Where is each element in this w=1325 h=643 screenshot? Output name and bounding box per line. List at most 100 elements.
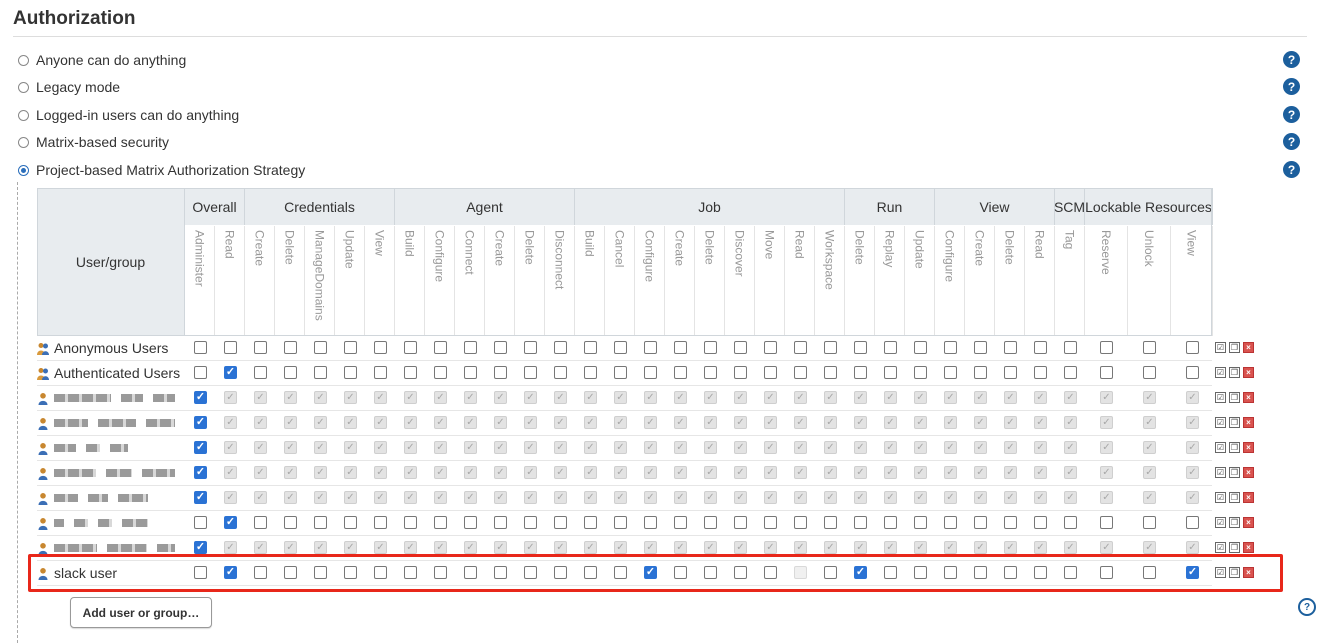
permission-checkbox[interactable]	[824, 466, 837, 479]
permission-checkbox[interactable]	[584, 491, 597, 504]
permission-checkbox[interactable]	[194, 416, 207, 429]
permission-checkbox[interactable]	[404, 541, 417, 554]
permission-checkbox[interactable]	[1064, 366, 1077, 379]
permission-checkbox[interactable]	[734, 341, 747, 354]
permission-checkbox[interactable]	[1100, 541, 1113, 554]
permission-checkbox[interactable]	[524, 391, 537, 404]
permission-checkbox[interactable]	[644, 341, 657, 354]
permission-checkbox[interactable]	[704, 516, 717, 529]
permission-checkbox[interactable]	[1004, 516, 1017, 529]
permission-checkbox[interactable]	[464, 366, 477, 379]
permission-checkbox[interactable]	[224, 541, 237, 554]
permission-checkbox[interactable]	[614, 341, 627, 354]
permission-checkbox[interactable]	[524, 416, 537, 429]
permission-checkbox[interactable]	[314, 466, 327, 479]
permission-checkbox[interactable]	[344, 391, 357, 404]
permission-checkbox[interactable]	[794, 391, 807, 404]
permission-checkbox[interactable]	[704, 491, 717, 504]
permission-checkbox[interactable]	[524, 341, 537, 354]
permission-checkbox[interactable]	[884, 341, 897, 354]
permission-checkbox[interactable]	[194, 391, 207, 404]
permission-checkbox[interactable]	[1100, 416, 1113, 429]
permission-checkbox[interactable]	[854, 416, 867, 429]
permission-checkbox[interactable]	[794, 341, 807, 354]
permission-checkbox[interactable]	[434, 416, 447, 429]
permission-checkbox[interactable]	[764, 341, 777, 354]
permission-checkbox[interactable]	[1186, 516, 1199, 529]
permission-checkbox[interactable]	[1064, 391, 1077, 404]
permission-checkbox[interactable]	[494, 466, 507, 479]
permission-checkbox[interactable]	[674, 366, 687, 379]
permission-checkbox[interactable]	[1064, 516, 1077, 529]
duplicate-icon[interactable]: ❐	[1229, 417, 1240, 428]
auth-option-3[interactable]: Logged-in users can do anything	[18, 105, 239, 125]
permission-checkbox[interactable]	[914, 391, 927, 404]
permission-checkbox[interactable]	[734, 416, 747, 429]
permission-checkbox[interactable]	[944, 391, 957, 404]
permission-checkbox[interactable]	[764, 391, 777, 404]
permission-checkbox[interactable]	[1186, 441, 1199, 454]
question-icon[interactable]: ?	[1283, 133, 1300, 150]
permission-checkbox[interactable]	[914, 416, 927, 429]
permission-checkbox[interactable]	[1004, 441, 1017, 454]
permission-checkbox[interactable]	[284, 416, 297, 429]
permission-checkbox[interactable]	[404, 341, 417, 354]
permission-checkbox[interactable]	[554, 491, 567, 504]
permission-checkbox[interactable]	[1004, 391, 1017, 404]
copy-icon[interactable]: ☑	[1215, 542, 1226, 553]
permission-checkbox[interactable]	[404, 466, 417, 479]
permission-checkbox[interactable]	[734, 516, 747, 529]
permission-checkbox[interactable]	[1100, 391, 1113, 404]
permission-checkbox[interactable]	[1064, 416, 1077, 429]
permission-checkbox[interactable]	[914, 466, 927, 479]
permission-checkbox[interactable]	[914, 441, 927, 454]
duplicate-icon[interactable]: ❐	[1229, 467, 1240, 478]
auth-option-2[interactable]: Legacy mode	[18, 77, 120, 97]
permission-checkbox[interactable]	[524, 466, 537, 479]
question-icon[interactable]: ?	[1298, 598, 1316, 616]
permission-checkbox[interactable]	[644, 516, 657, 529]
permission-checkbox[interactable]	[974, 441, 987, 454]
permission-checkbox[interactable]	[314, 341, 327, 354]
permission-checkbox[interactable]	[314, 391, 327, 404]
permission-checkbox[interactable]	[1186, 541, 1199, 554]
copy-icon[interactable]: ☑	[1215, 517, 1226, 528]
permission-checkbox[interactable]	[974, 516, 987, 529]
permission-checkbox[interactable]	[434, 466, 447, 479]
permission-checkbox[interactable]	[704, 466, 717, 479]
permission-checkbox[interactable]	[1143, 516, 1156, 529]
permission-checkbox[interactable]	[554, 541, 567, 554]
permission-checkbox[interactable]	[884, 516, 897, 529]
permission-checkbox[interactable]	[344, 341, 357, 354]
permission-checkbox[interactable]	[404, 366, 417, 379]
permission-checkbox[interactable]	[314, 441, 327, 454]
permission-checkbox[interactable]	[344, 516, 357, 529]
permission-checkbox[interactable]	[314, 491, 327, 504]
permission-checkbox[interactable]	[734, 391, 747, 404]
permission-checkbox[interactable]	[704, 541, 717, 554]
permission-checkbox[interactable]	[614, 466, 627, 479]
permission-checkbox[interactable]	[1004, 416, 1017, 429]
permission-checkbox[interactable]	[314, 366, 327, 379]
permission-checkbox[interactable]	[794, 491, 807, 504]
permission-checkbox[interactable]	[284, 441, 297, 454]
permission-checkbox[interactable]	[914, 366, 927, 379]
permission-checkbox[interactable]	[1004, 541, 1017, 554]
permission-checkbox[interactable]	[764, 516, 777, 529]
permission-checkbox[interactable]	[644, 441, 657, 454]
permission-checkbox[interactable]	[644, 466, 657, 479]
permission-checkbox[interactable]	[254, 466, 267, 479]
permission-checkbox[interactable]	[464, 466, 477, 479]
permission-checkbox[interactable]	[674, 541, 687, 554]
permission-checkbox[interactable]	[644, 491, 657, 504]
permission-checkbox[interactable]	[284, 341, 297, 354]
permission-checkbox[interactable]	[794, 441, 807, 454]
permission-checkbox[interactable]	[344, 366, 357, 379]
permission-checkbox[interactable]	[944, 466, 957, 479]
permission-checkbox[interactable]	[614, 391, 627, 404]
permission-checkbox[interactable]	[434, 441, 447, 454]
permission-checkbox[interactable]	[674, 341, 687, 354]
permission-checkbox[interactable]	[644, 541, 657, 554]
permission-checkbox[interactable]	[734, 441, 747, 454]
permission-checkbox[interactable]	[824, 491, 837, 504]
